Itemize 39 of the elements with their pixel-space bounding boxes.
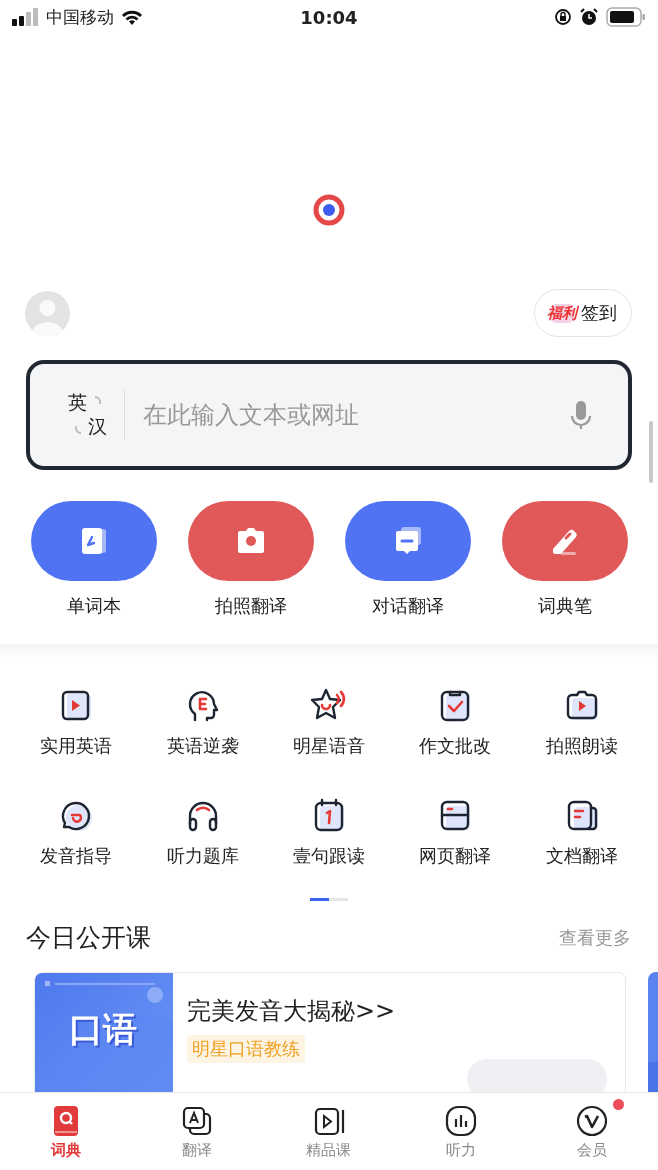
feature-label[interactable]: 对话翻译 [371,594,444,618]
carrier-name: 中国移动 [46,5,114,29]
course-card[interactable]: 口语 完美发音大揭秘>> 明星口语教练 [34,972,626,1092]
thumbnail-title: 口语 [69,1008,137,1051]
feature-label[interactable]: 词典笔 [537,594,592,618]
feature-label[interactable]: 拍照翻译 [214,594,287,618]
course-tag: 明星口语教练 [187,1035,305,1063]
tool-label[interactable]: 实用英语 [40,734,113,758]
alarm-icon [580,8,598,26]
target-language[interactable]: 汉 [88,414,108,440]
tool-label[interactable]: 明星语音 [293,734,365,758]
tab[interactable]: 词典 [0,1093,132,1170]
wifi-icon [120,8,144,26]
feature-label[interactable]: 单词本 [66,594,121,618]
tool-label[interactable]: 听力题库 [166,844,239,868]
tool-label[interactable]: 作文批改 [419,734,492,758]
tool-label[interactable]: 壹句跟读 [293,844,365,868]
battery-icon [606,7,646,27]
signal-icon [12,8,40,26]
course-title: 完美发音大揭秘>> [187,996,396,1027]
tool-label[interactable]: 拍照朗读 [545,734,618,758]
tab[interactable]: 听力 [394,1093,527,1170]
loading-indicator-icon [313,194,345,226]
tool-label[interactable]: 文档翻译 [545,844,618,868]
check-in-button[interactable]: 福利 签到 [534,289,632,337]
clock-time: 10:04 [300,6,358,28]
source-language[interactable]: 英 [68,390,88,416]
search-field[interactable]: 英 汉 在此输入文本或网址 [26,360,632,470]
scroll-bar [649,421,653,483]
microphone-icon[interactable] [570,399,592,431]
tab[interactable]: 会员 [526,1093,658,1170]
tool-label[interactable]: 英语逆袭 [166,734,239,758]
section-title: 今日公开课 [26,922,151,954]
tool-label[interactable]: 网页翻译 [419,844,492,868]
perk-label: 福利 [547,303,577,323]
rotation-lock-icon [554,8,572,26]
tab[interactable]: 翻译 [131,1093,264,1170]
tab[interactable]: 精品课 [263,1093,395,1170]
tool-label[interactable]: 发音指导 [40,844,113,868]
